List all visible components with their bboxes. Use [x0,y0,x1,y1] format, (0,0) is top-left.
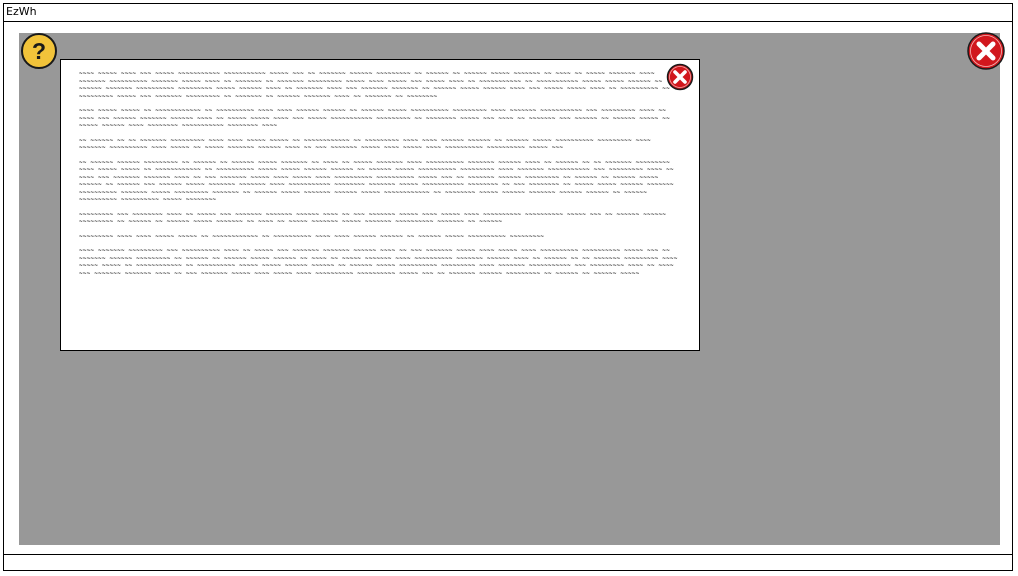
window-title: EzWh [6,5,37,18]
dialog-paragraph: ~~~~ ~~~~~ ~~~~ ~~~ ~~~~~ ~~~~~~~~~~~ ~~… [79,70,670,100]
close-dialog-button[interactable] [666,63,694,91]
dialog-paragraph: ~~~~~~~~~ ~~~~ ~~~~ ~~~~~ ~~~~~ ~~ ~~~~~… [79,232,545,240]
dialog-paragraph: ~~~~ ~~~~~~~ ~~~~~~~~~ ~~~ ~~~~~~~~~~ ~~… [79,247,678,277]
dialog-paragraph: ~~ ~~~~~~ ~~~~~~ ~~~~~~~~~ ~~ ~~~~~~ ~~ … [79,158,674,204]
close-x-icon [967,32,1005,70]
info-dialog: ~~~~ ~~~~~ ~~~~ ~~~ ~~~~~ ~~~~~~~~~~~ ~~… [60,59,700,351]
dialog-body-text: ~~~~ ~~~~~ ~~~~ ~~~ ~~~~~ ~~~~~~~~~~~ ~~… [79,70,679,284]
status-bar [3,554,1013,571]
question-mark-icon: ? [21,33,57,69]
dialog-paragraph: ~~~~ ~~~~~ ~~~~~ ~~ ~~~~~~~~~~~~ ~~ ~~~~… [79,107,670,129]
dialog-paragraph: ~~ ~~~~~~ ~~ ~~ ~~~~~~~ ~~~~~~~~~ ~~~~ ~… [79,136,651,152]
help-button[interactable]: ? [20,32,58,70]
svg-text:?: ? [32,38,46,64]
close-window-button[interactable] [966,31,1006,71]
dialog-paragraph: ~~~~~~~~~ ~~~ ~~~~~~~~ ~~~~ ~~ ~~~~~ ~~~… [79,210,667,226]
close-x-icon [666,63,694,91]
title-bar: EzWh [3,3,1013,22]
